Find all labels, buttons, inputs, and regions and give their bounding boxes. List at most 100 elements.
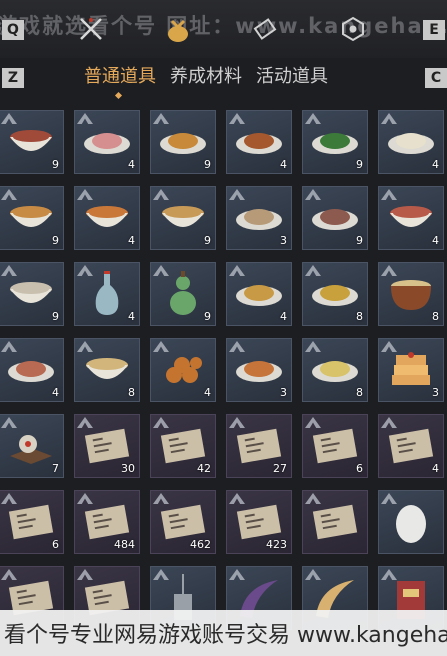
item-count: 30 [121, 462, 135, 475]
inventory-slot[interactable]: 9 [302, 110, 368, 174]
inventory-slot[interactable]: 4 [74, 110, 140, 174]
key-z-hint[interactable]: Z [2, 68, 24, 88]
bowl-item-icon [7, 201, 55, 239]
inventory-slot[interactable]: 9 [150, 110, 216, 174]
inventory-slot[interactable]: 4 [74, 186, 140, 250]
inventory-slot[interactable]: 8 [378, 262, 444, 326]
bound-mark-icon [229, 189, 245, 200]
item-count: 3 [432, 386, 439, 399]
key-q-hint[interactable]: Q [2, 20, 24, 40]
inventory-slot[interactable]: 484 [74, 490, 140, 554]
inventory-slot[interactable]: 8 [74, 338, 140, 402]
item-count: 9 [356, 234, 363, 247]
tab-growth-materials[interactable]: 养成材料 [170, 62, 242, 94]
inventory-slot[interactable]: 3 [226, 186, 292, 250]
bound-mark-icon [1, 265, 17, 276]
inventory-slot[interactable]: 30 [74, 414, 140, 478]
inventory-slot[interactable]: 6 [0, 490, 64, 554]
inventory-slot[interactable]: 42 [150, 414, 216, 478]
plate-item-icon [6, 355, 56, 389]
key-e-hint[interactable]: E [423, 20, 445, 40]
scroll-item-icon [386, 426, 436, 470]
inventory-slot[interactable]: 4 [74, 262, 140, 326]
plate-item-icon [82, 127, 132, 161]
item-count: 4 [280, 158, 287, 171]
gem-icon[interactable] [338, 14, 368, 44]
bound-mark-icon [1, 341, 17, 352]
bound-mark-icon [77, 113, 93, 124]
item-count: 8 [128, 386, 135, 399]
inventory-slot[interactable]: 6 [302, 414, 368, 478]
item-count: 423 [266, 538, 287, 551]
inventory-slot[interactable]: 8 [302, 262, 368, 326]
bowl-item-icon [387, 201, 435, 239]
item-count: 4 [280, 310, 287, 323]
item-count: 9 [52, 234, 59, 247]
inventory-slot[interactable]: 423 [226, 490, 292, 554]
tab-event-items[interactable]: 活动道具 [256, 62, 328, 94]
plate-item-icon [310, 355, 360, 389]
bound-mark-icon [305, 341, 321, 352]
bound-mark-icon [153, 113, 169, 124]
inventory-slot[interactable]: 9 [0, 186, 64, 250]
item-count: 9 [204, 158, 211, 171]
plate-item-icon [386, 127, 436, 161]
plate-item-icon [310, 203, 360, 237]
bound-mark-icon [381, 113, 397, 124]
inventory-slot[interactable]: 7 [0, 414, 64, 478]
inventory-slot[interactable]: 4 [150, 338, 216, 402]
item-count: 9 [52, 310, 59, 323]
bound-mark-icon [305, 189, 321, 200]
cake-item-icon [386, 349, 436, 395]
item-count: 9 [204, 234, 211, 247]
bound-mark-icon [77, 341, 93, 352]
top-toolbar [0, 0, 447, 58]
crossed-swords-icon[interactable] [76, 14, 106, 44]
item-count: 9 [52, 158, 59, 171]
item-count: 8 [356, 386, 363, 399]
inventory-slot[interactable]: 4 [226, 110, 292, 174]
inventory-slot[interactable] [378, 490, 444, 554]
inventory-slot[interactable]: 9 [0, 262, 64, 326]
tab-normal-items[interactable]: 普通道具 [84, 62, 156, 94]
item-count: 4 [128, 158, 135, 171]
inventory-slot[interactable]: 4 [378, 414, 444, 478]
bound-mark-icon [305, 113, 321, 124]
money-pouch-icon[interactable] [163, 14, 193, 44]
plate-item-icon [310, 127, 360, 161]
item-count: 7 [52, 462, 59, 475]
inventory-slot[interactable]: 9 [150, 186, 216, 250]
inventory-slot[interactable]: 4 [226, 262, 292, 326]
item-count: 3 [280, 234, 287, 247]
egg-item-icon [391, 498, 431, 550]
item-count: 8 [356, 310, 363, 323]
inventory-slot[interactable]: 4 [378, 186, 444, 250]
gourd-item-icon [167, 271, 199, 321]
inventory-slot[interactable]: 4 [378, 110, 444, 174]
plate-item-icon [234, 127, 284, 161]
bound-mark-icon [1, 113, 17, 124]
inventory-slot[interactable]: 9 [0, 110, 64, 174]
key-c-hint[interactable]: C [425, 68, 447, 88]
item-count: 42 [197, 462, 211, 475]
scroll-icon[interactable] [250, 14, 280, 44]
plate-item-icon [310, 279, 360, 313]
bound-mark-icon [77, 265, 93, 276]
inventory-slot[interactable]: 9 [302, 186, 368, 250]
item-count: 4 [204, 386, 211, 399]
inventory-slot[interactable]: 9 [150, 262, 216, 326]
bowl-item-icon [83, 353, 131, 391]
bound-mark-icon [153, 569, 169, 580]
bowl-item-icon [159, 201, 207, 239]
dessert-item-icon [6, 426, 56, 470]
inventory-grid: 9 4 9 4 9 4 9 4 9 3 9 4 9 4 9 4 8 8 4 8 4 3 8 3 7 30 42 27 6 4 6 484 462… [0, 110, 447, 630]
inventory-slot[interactable]: 3 [226, 338, 292, 402]
item-count: 6 [52, 538, 59, 551]
inventory-slot[interactable]: 4 [0, 338, 64, 402]
inventory-slot[interactable] [302, 490, 368, 554]
inventory-slot[interactable]: 3 [378, 338, 444, 402]
inventory-slot[interactable]: 462 [150, 490, 216, 554]
plate-item-icon [234, 203, 284, 237]
inventory-slot[interactable]: 8 [302, 338, 368, 402]
inventory-slot[interactable]: 27 [226, 414, 292, 478]
